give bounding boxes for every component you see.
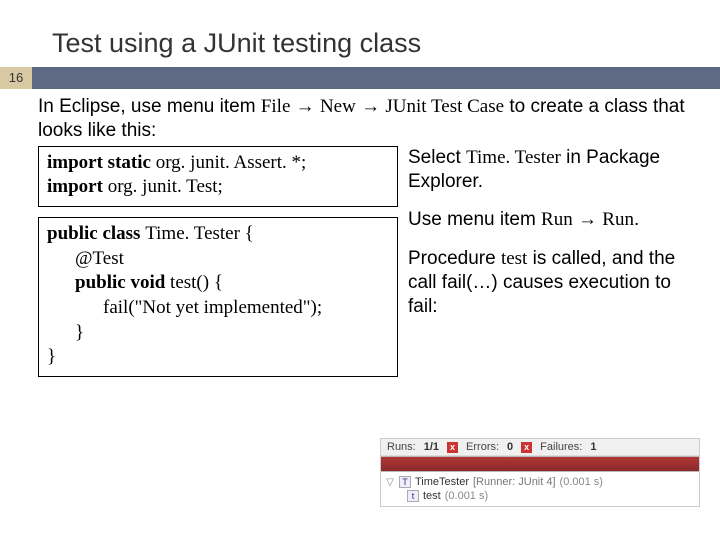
code-text: @Test [47, 247, 389, 272]
intro-prefix: In Eclipse, use menu item [38, 96, 261, 117]
code-text: } [47, 321, 389, 346]
errors-label: Errors: [466, 441, 499, 453]
code-kw: public class [47, 223, 145, 244]
junit-progress-bar [381, 456, 699, 472]
text: Use menu item [408, 209, 541, 230]
class-name: Time. Tester [466, 147, 561, 168]
error-icon: x [447, 442, 458, 453]
code-text: org. junit. Assert. *; [151, 152, 306, 173]
code-text: test() { [165, 272, 223, 293]
instructions-column: Select Time. Tester in Package Explorer.… [408, 146, 686, 388]
menu-run: Run [602, 209, 634, 230]
arrow-icon: → [290, 96, 320, 117]
tree-leaf-name: test [423, 490, 441, 502]
failures-label: Failures: [540, 441, 582, 453]
junit-tree: ▽ T TimeTester [Runner: JUnit 4] (0.001 … [381, 472, 699, 506]
errors-value: 0 [507, 441, 513, 453]
test-class-icon: T [399, 476, 411, 488]
junit-summary-bar: Runs: 1/1 x Errors: 0 x Failures: 1 [381, 439, 699, 456]
test-method-icon: t [407, 490, 419, 502]
tree-leaf-row[interactable]: t test (0.001 s) [385, 489, 695, 503]
arrow-icon: → [573, 209, 603, 230]
arrow-icon: → [356, 96, 386, 117]
runs-value: 1/1 [424, 441, 439, 453]
slide-number: 16 [0, 67, 32, 89]
text: . [634, 209, 639, 230]
junit-results-panel: Runs: 1/1 x Errors: 0 x Failures: 1 ▽ T … [380, 438, 700, 507]
instruction-result: Procedure test is called, and the call f… [408, 247, 686, 320]
code-kw: import [47, 176, 103, 197]
menu-junit: JUnit Test Case [385, 96, 504, 117]
intro-text: In Eclipse, use menu item File → New → J… [38, 95, 686, 144]
tree-root-name: TimeTester [415, 476, 469, 488]
code-text: org. junit. Test; [103, 176, 223, 197]
failure-icon: x [521, 442, 532, 453]
proc-name: test [501, 248, 527, 269]
code-box-class: public class Time. Tester { @Test public… [38, 217, 398, 377]
text: Procedure [408, 248, 501, 269]
code-text: fail("Not yet implemented"); [47, 296, 389, 321]
code-kw: public void [75, 272, 165, 293]
text: Select [408, 147, 466, 168]
tree-root-row[interactable]: ▽ T TimeTester [Runner: JUnit 4] (0.001 … [385, 475, 695, 489]
content-area: In Eclipse, use menu item File → New → J… [0, 89, 720, 387]
tree-root-time: (0.001 s) [560, 476, 603, 488]
code-text: Time. Tester { [145, 223, 254, 244]
accent-bar: 16 [0, 67, 720, 89]
failures-value: 1 [590, 441, 596, 453]
code-box-imports: import static org. junit. Assert. *; imp… [38, 146, 398, 207]
runs-label: Runs: [387, 441, 416, 453]
slide-title: Test using a JUnit testing class [0, 0, 720, 67]
menu-file: File [261, 96, 291, 117]
menu-new: New [320, 96, 356, 117]
tree-leaf-time: (0.001 s) [445, 490, 488, 502]
code-kw: import static [47, 152, 151, 173]
collapse-icon[interactable]: ▽ [385, 477, 395, 488]
instruction-select: Select Time. Tester in Package Explorer. [408, 146, 686, 195]
tree-root-runner: [Runner: JUnit 4] [473, 476, 556, 488]
menu-run: Run [541, 209, 573, 230]
instruction-run: Use menu item Run → Run. [408, 208, 686, 232]
code-text: } [47, 345, 389, 370]
